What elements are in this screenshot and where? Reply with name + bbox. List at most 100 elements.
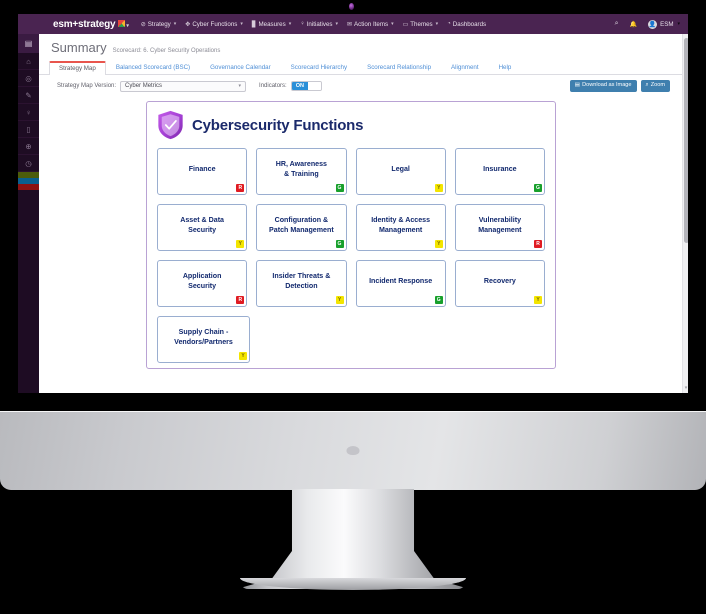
tab-balanced-scorecard-bsc[interactable]: Balanced Scorecard (BSC)	[106, 61, 200, 74]
chevron-down-icon: ▾	[391, 21, 394, 27]
strategy-map-version-value: Cyber Metrics	[125, 83, 163, 89]
indicators-toggle-on-label: ON	[291, 82, 308, 90]
status-badge: R	[534, 240, 542, 248]
tab-scorecard-relationship[interactable]: Scorecard Relationship	[357, 61, 441, 74]
user-menu[interactable]: 👤 ESM ▾	[648, 19, 680, 29]
user-caret-icon: ▾	[677, 21, 680, 27]
content-area: Summary Scorecard: 6. Cyber Security Ope…	[39, 34, 682, 393]
strategy-map-card[interactable]: Asset & Data Security Y	[157, 204, 248, 251]
tab-strategy-map[interactable]: Strategy Map	[49, 60, 106, 75]
app-logo[interactable]: esm+strategy ▾	[53, 19, 129, 30]
monitor: esm+strategy ▾ ⊘ Strategy ▾ ✥ Cyber Functions…	[0, 0, 706, 614]
page-header: Summary Scorecard: 6. Cyber Security Ope…	[39, 34, 682, 59]
strategy-map-card[interactable]: Insurance G	[454, 148, 545, 195]
card-label: Incident Response	[369, 276, 433, 285]
status-badge: G	[534, 184, 542, 192]
status-badge: G	[335, 184, 344, 192]
strategy-map-version-label: Strategy Map Version:	[57, 83, 117, 89]
sidebar-item-scorecard[interactable]: ▤	[18, 34, 39, 53]
zoom-button[interactable]: ⌕ Zoom	[640, 80, 670, 92]
tab-bar: Strategy Map Balanced Scorecard (BSC) Gove…	[39, 59, 682, 75]
nav-item-label: Strategy	[147, 20, 171, 28]
nav-item-initiatives[interactable]: ♀ Initiatives ▾	[300, 21, 338, 28]
monitor-bezel: esm+strategy ▾ ⊘ Strategy ▾ ✥ Cyber Functions…	[0, 0, 706, 411]
left-sidebar: ▤ ⌂ ◎ ✎ ♀ ▯ ⊕ ◷	[18, 34, 39, 393]
sidebar-bar-red	[18, 184, 39, 190]
tab-scorecard-hierarchy[interactable]: Scorecard Hierarchy	[281, 61, 357, 74]
avatar: 👤	[648, 19, 658, 29]
sidebar-icon-1[interactable]: ◎	[18, 70, 39, 87]
measures-icon: ▊	[251, 21, 257, 28]
bell-icon[interactable]: 🔔	[630, 21, 637, 28]
nav-item-cyber-functions[interactable]: ✥ Cyber Functions ▾	[185, 21, 243, 28]
breadcrumb: Scorecard: 6. Cyber Security Operations	[112, 48, 221, 54]
card-label: Recovery	[483, 276, 516, 285]
card-label: Supply Chain - Vendors/Partners	[174, 327, 233, 346]
status-badge: G	[335, 240, 344, 248]
scroll-down-arrow-icon[interactable]: ▾	[683, 385, 688, 391]
indicators-label: Indicators:	[259, 83, 287, 89]
status-badge: Y	[534, 296, 542, 304]
strategy-map-card[interactable]: Finance R	[157, 148, 248, 195]
strategy-map-card[interactable]: Supply Chain - Vendors/Partners Y	[157, 316, 250, 363]
nav-item-themes[interactable]: ▭ Themes ▾	[403, 21, 439, 28]
indicators-toggle-track	[307, 82, 321, 90]
nav-item-strategy[interactable]: ⊘ Strategy ▾	[141, 21, 177, 28]
logo-mark-icon	[118, 20, 126, 28]
strategy-map-card[interactable]: Incident Response G	[355, 260, 446, 307]
nav-item-label: Themes	[410, 20, 433, 28]
strategy-map-card[interactable]: Configuration & Patch Management G	[256, 204, 347, 251]
strategy-map-row: Application Security R Insider Threats & D…	[157, 260, 545, 307]
sidebar-icon-3[interactable]: ♀	[18, 104, 39, 121]
chevron-down-icon: ▾	[288, 21, 292, 27]
status-badge: R	[236, 184, 245, 192]
strategy-map-row: Asset & Data Security Y Configuration & Pa…	[157, 204, 545, 251]
strategy-map-title: Cybersecurity Functions	[192, 116, 364, 134]
sidebar-icon-2[interactable]: ✎	[18, 87, 39, 104]
card-label: Insurance	[483, 164, 517, 173]
chevron-down-icon: ▾	[173, 21, 177, 27]
strategy-map-card[interactable]: Vulnerability Management R	[454, 204, 545, 251]
sidebar-icon-4[interactable]: ▯	[18, 121, 39, 138]
nav-item-dashboards[interactable]: ◔ Dashboards	[447, 21, 486, 28]
themes-icon: ▭	[402, 21, 409, 28]
status-badge: Y	[434, 184, 443, 192]
card-label: Vulnerability Management	[478, 215, 522, 234]
strategy-map-panel: Cybersecurity Functions Finance R HR, Awar…	[146, 101, 556, 369]
map-toolbar: Strategy Map Version: Cyber Metrics ▾ In…	[39, 75, 682, 97]
nav-item-action-items[interactable]: ✉ Action Items ▾	[347, 21, 394, 28]
download-as-image-label: Download as Image	[582, 82, 632, 89]
page-title: Summary	[51, 40, 107, 55]
scrollbar-thumb[interactable]	[684, 38, 688, 243]
download-as-image-button[interactable]: ▤ Download as Image	[569, 80, 637, 92]
search-icon[interactable]: ⌕	[615, 20, 619, 28]
sidebar-icon-5[interactable]: ⊕	[18, 138, 39, 155]
brand-logo-icon	[346, 446, 360, 455]
initiatives-icon: ♀	[300, 21, 305, 27]
strategy-map-card[interactable]: Recovery Y	[454, 260, 545, 307]
nav-item-measures[interactable]: ▊ Measures ▾	[252, 21, 291, 28]
status-badge: G	[434, 296, 443, 304]
strategy-map-grid: Finance R HR, Awareness & Training G Legal Y I…	[157, 148, 545, 363]
strategy-map-card[interactable]: Application Security R	[157, 260, 248, 307]
tab-alignment[interactable]: Alignment	[441, 61, 489, 74]
card-label: Legal	[391, 164, 410, 173]
strategy-map-card[interactable]: Legal Y	[355, 148, 446, 195]
tab-help[interactable]: Help	[489, 61, 522, 74]
strategy-map-card[interactable]: Identity & Access Management Y	[355, 204, 446, 251]
strategy-map-card[interactable]: HR, Awareness & Training G	[256, 148, 347, 195]
monitor-stand	[240, 489, 466, 589]
tab-governance-calendar[interactable]: Governance Calendar	[200, 61, 281, 74]
toolbar-actions: ▤ Download as Image ⌕ Zoom	[569, 80, 670, 92]
sidebar-icon-6[interactable]: ◷	[18, 155, 39, 172]
top-navbar: esm+strategy ▾ ⊘ Strategy ▾ ✥ Cyber Functions…	[18, 14, 688, 34]
strategy-map-version-select[interactable]: Cyber Metrics ▾	[120, 80, 247, 92]
card-label: Identity & Access Management	[371, 215, 431, 234]
sidebar-icon-0[interactable]: ⌂	[18, 53, 39, 70]
magnifier-icon: ⌕	[645, 82, 649, 89]
vertical-scrollbar[interactable]: ▾	[682, 34, 688, 393]
indicators-toggle[interactable]: ON	[290, 81, 322, 91]
status-badge: Y	[434, 240, 443, 248]
strategy-map-card[interactable]: Insider Threats & Detection Y	[256, 260, 347, 307]
app-logo-text: esm+strategy	[53, 18, 116, 30]
